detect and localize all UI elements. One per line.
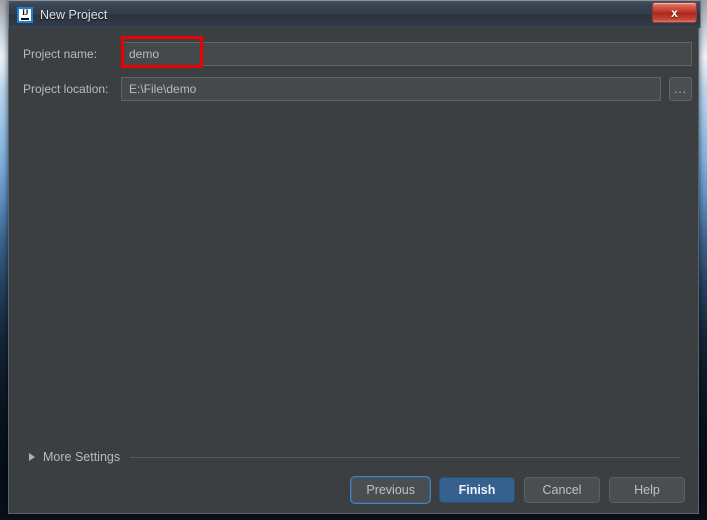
more-settings-toggle[interactable]: More Settings [29,448,686,466]
project-name-row: Project name: demo [23,42,692,66]
help-button[interactable]: Help [609,477,685,503]
project-name-label: Project name: [23,47,98,61]
previous-button[interactable]: Previous [351,477,430,503]
dialog-footer: Previous Finish Cancel Help [351,477,685,503]
project-location-label: Project location: [23,82,109,96]
intellij-idea-icon-letters: IJ [21,7,29,17]
more-settings-label: More Settings [43,450,121,464]
chevron-right-icon [29,453,35,461]
dialog-body: Project name: demo Project location: E:\… [9,28,698,513]
section-divider [130,456,680,458]
project-location-input[interactable]: E:\File\demo [121,77,661,101]
close-button[interactable]: x [652,2,697,23]
project-name-input[interactable]: demo [121,42,692,66]
cancel-button[interactable]: Cancel [524,477,600,503]
finish-button[interactable]: Finish [439,477,515,503]
window-title: New Project [40,7,108,22]
intellij-idea-icon: IJ [17,6,33,23]
screen: IJ New Project x Project name: demo Proj… [0,0,707,520]
ellipsis-icon: ... [673,82,687,96]
intellij-idea-icon-underline [21,17,29,20]
close-icon: x [671,5,678,20]
project-location-row: Project location: E:\File\demo ... [23,77,692,101]
browse-folder-button[interactable]: ... [669,77,692,101]
title-bar: IJ New Project x [8,0,701,28]
new-project-dialog: IJ New Project x Project name: demo Proj… [8,0,701,514]
